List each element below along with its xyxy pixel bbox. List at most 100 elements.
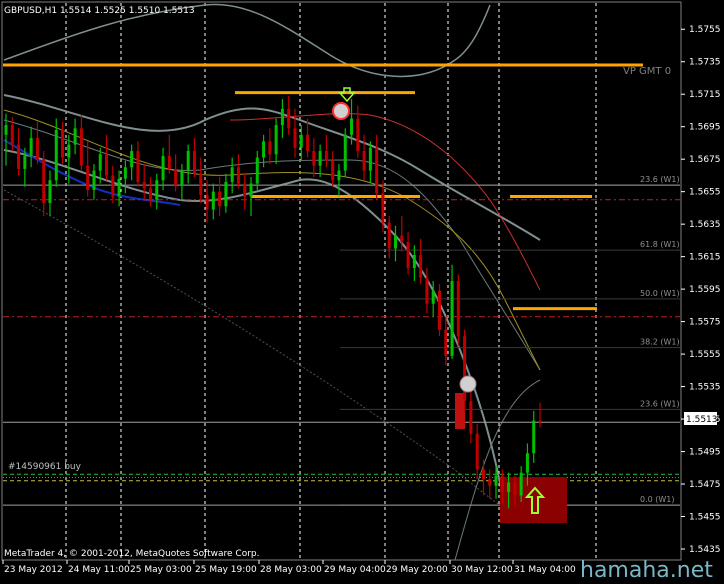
x-tick-label: 25 May 19:00	[195, 565, 257, 575]
candle-body	[10, 125, 14, 145]
candle-body	[23, 155, 27, 169]
candle-body	[324, 151, 328, 161]
candle-body	[513, 482, 517, 496]
candle-body	[362, 151, 366, 171]
candle-body	[331, 160, 335, 181]
x-tick-label: 24 May 11:00	[68, 565, 130, 575]
candle-body	[174, 168, 178, 186]
candle-body	[17, 144, 21, 169]
y-tick-label: 1.5635	[689, 220, 721, 230]
y-tick-label: 1.5675	[689, 155, 721, 165]
candle-body	[262, 141, 266, 158]
fib-level-label: 23.6 (W1)	[640, 399, 680, 408]
candle-body	[318, 151, 322, 166]
candle-body	[368, 147, 372, 171]
candle-body	[236, 167, 240, 184]
y-tick-label: 1.5555	[689, 350, 721, 360]
candle-body	[287, 108, 291, 129]
y-tick-label: 1.5455	[689, 513, 721, 523]
candle-body	[192, 151, 196, 174]
candle-body	[167, 155, 171, 169]
candle-body	[48, 180, 52, 204]
candle-body	[180, 170, 184, 186]
candle-body	[230, 167, 234, 182]
y-tick-label: 1.5695	[689, 123, 721, 133]
candle-body	[186, 151, 190, 171]
candle-body	[312, 151, 316, 166]
sell-signal-marker[interactable]	[332, 102, 350, 120]
candle-body	[79, 128, 83, 166]
candle-body	[199, 173, 203, 195]
exit-signal-marker[interactable]	[459, 375, 477, 393]
y-tick-label: 1.5595	[689, 285, 721, 295]
candle-body	[243, 183, 247, 197]
candle-body	[35, 138, 39, 160]
candle-body	[394, 235, 398, 249]
copyright-text: MetaTrader 4, © 2001-2012, MetaQuotes So…	[4, 549, 260, 559]
candle-body	[337, 170, 341, 181]
y-tick-label: 1.5655	[689, 188, 721, 198]
candle-body	[469, 401, 473, 434]
candle-body	[494, 475, 498, 486]
candle-body	[437, 290, 441, 330]
candle-body	[29, 138, 33, 156]
watermark-text: hamaha.net	[580, 558, 713, 580]
candle-body	[507, 482, 511, 493]
y-tick-label: 1.5475	[689, 480, 721, 490]
candle-body	[293, 128, 297, 148]
chart-background	[0, 0, 724, 580]
candle-body	[4, 125, 8, 135]
candle-body	[481, 469, 485, 480]
candle-body	[105, 154, 109, 176]
candle-body	[450, 281, 454, 356]
fib-level-label: 50.0 (W1)	[640, 289, 680, 298]
current-price-value: 1.5513	[686, 415, 718, 425]
candle-body	[500, 475, 504, 493]
candle-body	[268, 141, 272, 155]
candle-body	[306, 134, 310, 152]
candle-body	[299, 134, 303, 148]
candle-body	[218, 191, 222, 207]
candle-body	[92, 170, 96, 191]
candle-body	[375, 147, 379, 194]
candle-body	[211, 191, 215, 210]
candle-body	[255, 157, 259, 184]
candle-body	[419, 255, 423, 278]
candle-body	[444, 329, 448, 356]
price-chart[interactable]: 23.6 (W1) 61.8 (W1) 50.0 (W1) 38.2 (W1) 23.6…	[0, 0, 724, 583]
candle-body	[406, 242, 410, 269]
vp-gmt-label: VP GMT 0	[623, 66, 671, 77]
x-tick-label: 29 May 04:00	[324, 565, 386, 575]
candle-body	[86, 165, 90, 191]
y-tick-label: 1.5535	[689, 383, 721, 393]
chart-window: 23.6 (W1) 61.8 (W1) 50.0 (W1) 38.2 (W1) 23.6…	[0, 0, 724, 583]
candle-body	[42, 159, 46, 204]
candle-body	[475, 433, 479, 470]
fib-level-label: 61.8 (W1)	[640, 240, 680, 249]
candle-body	[425, 277, 429, 304]
x-tick-label: 28 May 03:00	[260, 565, 322, 575]
candle-body	[400, 235, 404, 243]
fib-level-label: 38.2 (W1)	[640, 338, 680, 347]
candle-body	[224, 181, 228, 207]
symbol-header: GBPUSD,H1 1.5514 1.5525 1.5510 1.5513	[4, 6, 195, 16]
candle-body	[525, 453, 529, 473]
candle-body	[387, 222, 391, 249]
candle-body	[249, 183, 253, 197]
x-tick-label: 25 May 03:00	[130, 565, 192, 575]
fib-level-label: 0.0 (W1)	[640, 495, 675, 504]
candle-body	[205, 194, 209, 210]
y-tick-label: 1.5615	[689, 253, 721, 263]
candle-body	[54, 129, 58, 181]
candle-body	[356, 118, 360, 152]
y-tick-label: 1.5435	[689, 545, 721, 555]
candle-body	[73, 128, 77, 145]
x-tick-label: 29 May 20:00	[386, 565, 448, 575]
order-label[interactable]: #14590961 buy	[8, 462, 82, 472]
y-tick-label: 1.5575	[689, 318, 721, 328]
candle-body	[155, 180, 159, 200]
candle-body	[67, 144, 71, 158]
candle-body	[136, 151, 140, 182]
candle-body	[142, 181, 146, 189]
candle-body	[274, 125, 278, 155]
